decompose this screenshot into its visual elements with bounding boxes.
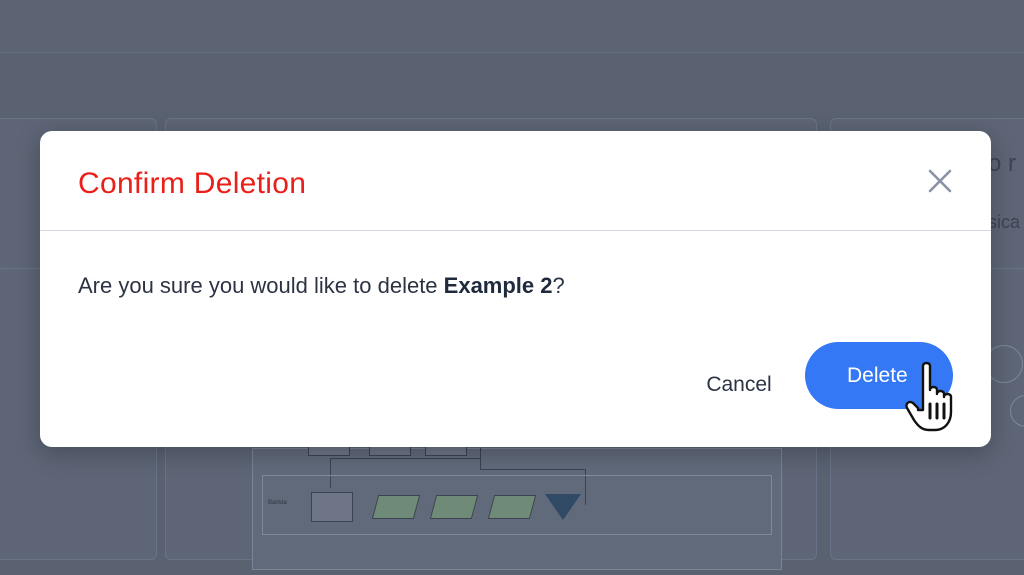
dialog-message: Are you sure you would like to delete Ex…	[78, 273, 565, 299]
background-flowchart-merge	[545, 494, 581, 520]
dialog-message-suffix: ?	[552, 273, 565, 298]
background-flowchart-io	[487, 495, 537, 519]
dialog-message-prefix: Are you sure you would like to delete	[78, 273, 444, 298]
background-connector	[330, 458, 480, 459]
close-button[interactable]	[924, 165, 956, 197]
hand-pointer-icon	[905, 361, 953, 432]
background-flowchart-step	[311, 492, 353, 522]
dialog-header: Confirm Deletion	[40, 131, 991, 231]
background-heading-fragment: o r	[988, 150, 1017, 177]
dialog-item-name: Example 2	[443, 273, 553, 298]
dialog-title: Confirm Deletion	[78, 167, 307, 200]
background-flowchart-io	[429, 495, 479, 519]
background-swimlane-label: Barista	[268, 500, 287, 506]
close-icon	[928, 169, 952, 193]
background-flowchart-io	[371, 495, 421, 519]
confirm-deletion-dialog: Confirm Deletion Are you sure you would …	[40, 131, 991, 447]
cancel-button[interactable]: Cancel	[686, 363, 792, 407]
background-topbar	[0, 0, 1024, 53]
background-subtext-fragment: sica	[988, 212, 1021, 232]
background-connector	[480, 469, 585, 470]
background-connector	[480, 448, 481, 470]
